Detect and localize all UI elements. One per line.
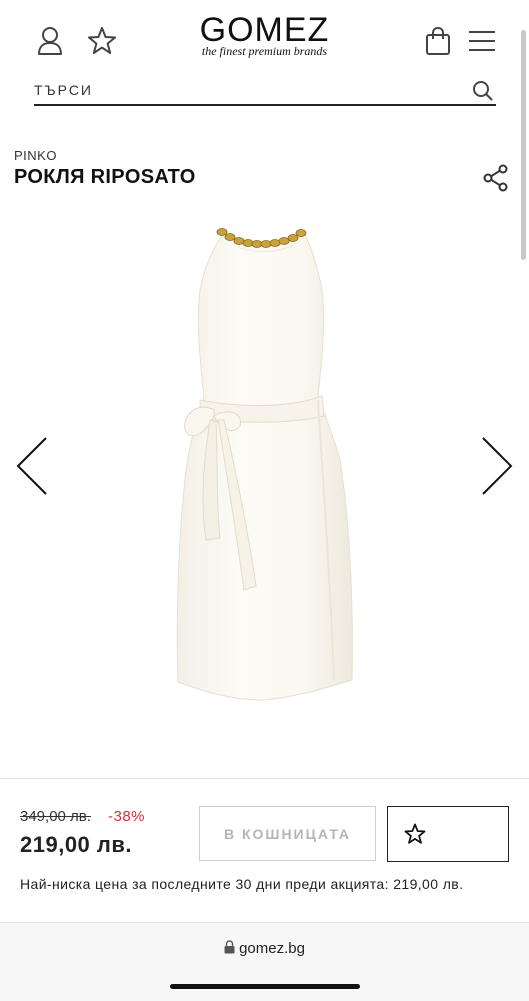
star-icon — [404, 823, 426, 844]
search-bar — [34, 76, 496, 106]
browser-url[interactable]: gomez.bg — [0, 940, 529, 957]
menu-button[interactable] — [464, 24, 500, 58]
share-icon — [483, 164, 508, 192]
share-button[interactable] — [480, 162, 512, 194]
url-text: gomez.bg — [239, 940, 305, 957]
divider — [0, 778, 529, 779]
search-input[interactable] — [34, 78, 454, 102]
shopping-bag-icon — [426, 26, 450, 55]
gallery-prev-button[interactable] — [10, 434, 54, 498]
product-brand[interactable]: PINKO — [14, 148, 57, 163]
chevron-left-icon — [16, 437, 47, 495]
lock-icon — [224, 940, 235, 954]
hamburger-menu-icon — [469, 31, 495, 51]
add-to-wishlist-button[interactable] — [387, 806, 509, 862]
chevron-right-icon — [482, 437, 513, 495]
browser-address-bar[interactable] — [0, 922, 529, 1001]
search-button[interactable] — [472, 80, 494, 107]
gallery-next-button[interactable] — [475, 434, 519, 498]
current-price: 219,00 лв. — [20, 832, 133, 857]
old-price: 349,00 лв. — [20, 808, 91, 825]
product-gallery[interactable] — [0, 210, 529, 770]
product-title: РОКЛЯ RIPOSATO — [14, 166, 196, 188]
lowest-price-note: Най-ниска цена за последните 30 дни пред… — [20, 876, 464, 892]
shopping-bag-button[interactable] — [420, 24, 456, 58]
home-indicator[interactable] — [170, 984, 360, 989]
discount-badge: -38% — [108, 808, 146, 825]
search-icon — [473, 81, 493, 101]
product-image — [176, 228, 353, 701]
add-to-cart-button[interactable]: В КОШНИЦАТА — [199, 806, 376, 861]
